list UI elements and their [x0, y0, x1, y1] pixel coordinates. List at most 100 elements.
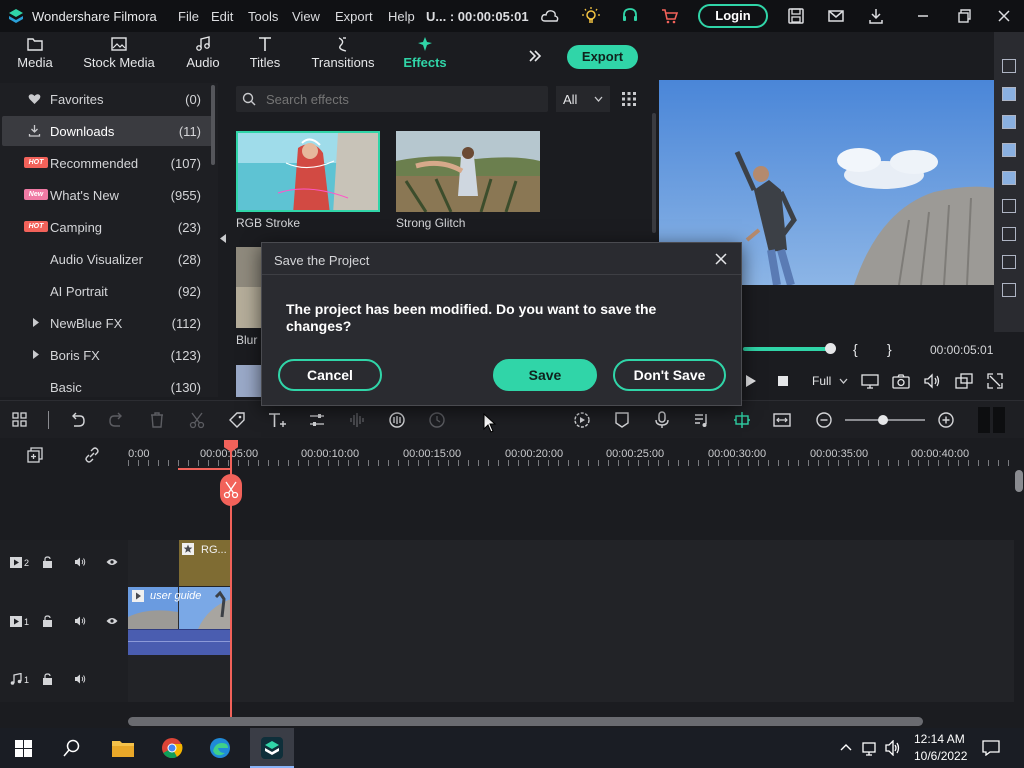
playhead-scissors-button[interactable]	[220, 474, 242, 506]
zoom-out-icon[interactable]	[815, 411, 833, 429]
filmora-taskbar-button[interactable]	[250, 728, 294, 768]
mail-icon[interactable]	[826, 6, 846, 26]
edge-icon[interactable]	[209, 737, 231, 759]
link-icon[interactable]	[84, 447, 100, 463]
microphone-icon[interactable]	[653, 411, 671, 429]
volume-icon[interactable]	[74, 557, 86, 567]
download-tray-icon[interactable]	[866, 6, 886, 26]
menu-help[interactable]: Help	[388, 9, 415, 24]
category-camping[interactable]: HOT Camping (23)	[2, 212, 213, 242]
chrome-icon[interactable]	[161, 737, 183, 759]
side-marker-icon[interactable]	[1002, 227, 1016, 241]
snapshot-icon[interactable]	[892, 373, 910, 389]
progress-track[interactable]	[743, 347, 833, 351]
timeline-ruler[interactable]: 00:00 00:00:05:00 00:00:10:00 00:00:15:0…	[0, 438, 1024, 470]
volume-icon[interactable]	[74, 616, 86, 626]
restore-icon[interactable]	[954, 6, 974, 26]
category-boris-fx[interactable]: Boris FX (123)	[2, 340, 213, 370]
headset-icon[interactable]	[620, 6, 640, 26]
tray-chevron-icon[interactable]	[840, 743, 852, 751]
side-marker-icon[interactable]	[1002, 255, 1016, 269]
dialog-close-icon[interactable]	[714, 252, 728, 266]
tab-stock-media[interactable]: Stock Media	[82, 36, 156, 76]
grid-view-icon[interactable]	[622, 92, 636, 106]
speed-icon[interactable]	[388, 411, 406, 429]
cart-icon[interactable]	[660, 6, 680, 26]
file-explorer-icon[interactable]	[111, 738, 135, 758]
login-button[interactable]: Login	[698, 4, 768, 28]
stop-icon[interactable]	[778, 376, 788, 386]
volume-icon[interactable]	[74, 674, 86, 684]
redo-icon[interactable]	[108, 411, 126, 429]
play-icon[interactable]	[746, 375, 756, 387]
speaker-icon[interactable]	[885, 740, 901, 756]
volume-icon[interactable]	[923, 373, 941, 389]
horizontal-scrollbar[interactable]	[128, 717, 923, 726]
category-downloads[interactable]: Downloads (11)	[2, 116, 213, 146]
cancel-button[interactable]: Cancel	[278, 359, 382, 391]
fullscreen-icon[interactable]	[987, 373, 1003, 389]
menu-file[interactable]: File	[178, 9, 199, 24]
tab-titles[interactable]: Titles	[244, 36, 286, 76]
bulb-icon[interactable]	[581, 6, 601, 26]
tab-media[interactable]: Media	[10, 36, 60, 76]
track-height-icon[interactable]	[978, 407, 1006, 433]
menu-export[interactable]: Export	[335, 9, 373, 24]
add-track-icon[interactable]	[27, 447, 43, 463]
mark-in-button[interactable]: {	[853, 341, 858, 357]
lock-icon[interactable]	[42, 556, 53, 568]
zoom-in-icon[interactable]	[937, 411, 955, 429]
timer-icon[interactable]	[428, 411, 446, 429]
layout-icon[interactable]	[11, 411, 29, 429]
search-icon[interactable]	[63, 739, 81, 757]
monitor-icon[interactable]	[861, 373, 879, 389]
tag-icon[interactable]	[228, 411, 246, 429]
menu-view[interactable]: View	[292, 9, 320, 24]
marker-shield-icon[interactable]	[613, 411, 631, 429]
chevron-down-icon[interactable]	[839, 378, 848, 384]
expand-arrow-icon[interactable]	[32, 350, 40, 359]
cut-icon[interactable]	[188, 411, 206, 429]
menu-edit[interactable]: Edit	[211, 9, 233, 24]
effect-thumbnail-rgb-stroke[interactable]	[236, 131, 380, 212]
add-text-icon[interactable]	[268, 411, 286, 429]
side-marker-icon[interactable]	[1002, 199, 1016, 213]
category-recommended[interactable]: HOT Recommended (107)	[2, 148, 213, 178]
tab-audio[interactable]: Audio	[180, 36, 226, 76]
chevron-double-right-icon[interactable]	[527, 48, 543, 64]
tab-effects[interactable]: Effects	[400, 36, 450, 76]
eye-icon[interactable]	[106, 558, 118, 566]
category-whats-new[interactable]: New What's New (955)	[2, 180, 213, 210]
mark-out-button[interactable]: }	[887, 341, 892, 357]
save-button[interactable]: Save	[493, 359, 597, 391]
side-marker-icon[interactable]	[1002, 87, 1016, 101]
pip-icon[interactable]	[955, 373, 973, 389]
clock-time[interactable]: 12:14 AM	[914, 732, 965, 746]
undo-icon[interactable]	[68, 411, 86, 429]
track-lane-video-2[interactable]	[128, 540, 1014, 586]
expand-arrow-icon[interactable]	[32, 318, 40, 327]
category-scrollbar[interactable]	[211, 85, 215, 165]
category-favorites[interactable]: Favorites (0)	[2, 84, 213, 114]
notification-icon[interactable]	[982, 740, 1000, 756]
quality-dropdown[interactable]: Full	[812, 374, 831, 388]
zoom-slider-knob[interactable]	[878, 415, 888, 425]
network-icon[interactable]	[862, 740, 880, 756]
render-icon[interactable]	[573, 411, 591, 429]
snap-icon[interactable]	[733, 411, 751, 429]
side-marker-icon[interactable]	[1002, 171, 1016, 185]
title-clip[interactable]: RG...	[179, 540, 231, 586]
side-marker-icon[interactable]	[1002, 115, 1016, 129]
cloud-icon[interactable]	[540, 6, 560, 26]
search-box[interactable]	[236, 86, 548, 112]
track-lane-audio-1[interactable]	[128, 656, 1014, 702]
lock-icon[interactable]	[42, 615, 53, 627]
audio-wave-icon[interactable]	[348, 411, 366, 429]
side-marker-icon[interactable]	[1002, 283, 1016, 297]
menu-tools[interactable]: Tools	[248, 9, 278, 24]
adjust-icon[interactable]	[308, 411, 326, 429]
effects-scrollbar[interactable]	[652, 113, 656, 233]
side-marker-icon[interactable]	[1002, 59, 1016, 73]
effect-thumbnail-strong-glitch[interactable]	[396, 131, 540, 212]
save-icon[interactable]	[786, 6, 806, 26]
